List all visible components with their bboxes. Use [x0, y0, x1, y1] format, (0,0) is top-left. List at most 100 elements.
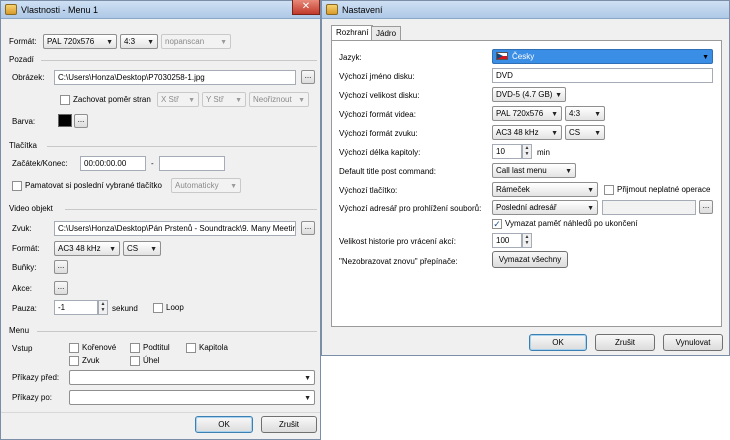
properties-titlebar[interactable]: Vlastnosti - Menu 1: [1, 1, 320, 19]
browse-audio-button[interactable]: ...: [301, 221, 315, 235]
color-swatch[interactable]: [58, 114, 72, 127]
akce-label: Akce:: [12, 284, 33, 293]
spin-down-icon[interactable]: ▼: [523, 240, 531, 246]
language-label: Jazyk:: [339, 53, 362, 62]
default-audio-lang-select[interactable]: CS ▼: [565, 125, 605, 140]
color-picker-button[interactable]: ...: [74, 114, 88, 128]
chevron-down-icon: ▼: [304, 375, 311, 382]
seconds-label: sekund: [112, 304, 138, 313]
default-video-select[interactable]: PAL 720x576 ▼: [492, 106, 562, 121]
close-icon[interactable]: ✕: [292, 0, 320, 15]
chevron-down-icon: ▼: [587, 187, 594, 194]
audio-lang-select[interactable]: CS ▼: [123, 241, 161, 256]
barva-label: Barva:: [12, 117, 36, 126]
chevron-down-icon: ▼: [235, 97, 242, 104]
angle-checkbox[interactable]: [130, 356, 140, 366]
disc-size-select[interactable]: DVD-5 (4.7 GB) ▼: [492, 87, 566, 102]
chapter-checkbox[interactable]: [186, 343, 196, 353]
subtitle-label: Podtitul: [143, 343, 170, 352]
spin-down-icon[interactable]: ▼: [523, 151, 531, 157]
root-label: Kořenové: [82, 343, 117, 352]
start-time-field[interactable]: 00:00:00.00: [80, 156, 146, 171]
chapter-length-spinner[interactable]: ▲ ▼: [522, 144, 532, 159]
browse-image-button[interactable]: ...: [301, 70, 315, 84]
dont-show-label: "Nezobrazovat znovu" přepínače:: [339, 257, 458, 266]
x-center-select: X Stř ▼: [157, 92, 199, 107]
aspect-select[interactable]: 4:3 ▼: [120, 34, 158, 49]
ok-button[interactable]: OK: [195, 416, 253, 433]
default-aspect-select[interactable]: 4:3 ▼: [565, 106, 605, 121]
vstup-label: Vstup: [12, 344, 33, 353]
app-icon: [5, 4, 17, 15]
chevron-down-icon: ▼: [106, 39, 113, 46]
default-title-select[interactable]: Call last menu ▼: [492, 163, 576, 178]
divider: [37, 331, 317, 332]
keep-aspect-checkbox[interactable]: [60, 95, 70, 105]
audio-checkbox[interactable]: [69, 356, 79, 366]
properties-title: Vlastnosti - Menu 1: [21, 5, 99, 15]
audio-path-field[interactable]: C:\Users\Honza\Desktop\Pán Prstenů - Sou…: [54, 221, 296, 236]
language-select[interactable]: Česky ▼: [492, 49, 713, 64]
disc-name-field[interactable]: DVD: [492, 68, 713, 83]
spin-down-icon[interactable]: ▼: [99, 307, 107, 313]
post-commands-label: Příkazy po:: [12, 393, 53, 402]
chapter-length-label: Výchozí délka kapitoly:: [339, 148, 421, 157]
reset-button[interactable]: Vynulovat: [663, 334, 723, 351]
section-pozadi: Pozadí: [9, 55, 34, 64]
chevron-down-icon: ▼: [702, 54, 709, 61]
default-button-select[interactable]: Rámeček ▼: [492, 182, 598, 197]
clear-cache-checkbox[interactable]: ✓: [492, 219, 502, 229]
actions-button[interactable]: ...: [54, 281, 68, 295]
pause-spinner[interactable]: ▲ ▼: [98, 300, 108, 315]
image-path-field[interactable]: C:\Users\Honza\Desktop\P7030258-1.jpg: [54, 70, 296, 85]
cancel-button[interactable]: Zrušit: [595, 334, 655, 351]
video-format-select[interactable]: PAL 720x576 ▼: [43, 34, 117, 49]
audio-checkbox-label: Zvuk: [82, 356, 100, 365]
chevron-down-icon: ▼: [565, 168, 572, 175]
keep-aspect-label: Zachovat poměr stran: [73, 95, 151, 104]
ok-button[interactable]: OK: [529, 334, 587, 351]
chapter-length-field[interactable]: 10: [492, 144, 522, 159]
clear-cache-label: Vymazat paměť náhledů po ukončení: [505, 219, 638, 228]
clear-all-button[interactable]: Vymazat všechny: [492, 251, 568, 268]
accept-invalid-checkbox[interactable]: [604, 185, 614, 195]
end-time-field[interactable]: [159, 156, 225, 171]
angle-label: Úhel: [143, 356, 160, 365]
remember-mode-select: Automaticky ▼: [171, 178, 241, 193]
loop-checkbox[interactable]: [153, 303, 163, 313]
divider: [47, 146, 317, 147]
subtitle-checkbox[interactable]: [130, 343, 140, 353]
zvuk-label: Zvuk:: [12, 224, 32, 233]
default-dir-field: [602, 200, 696, 215]
remember-button-checkbox[interactable]: [12, 181, 22, 191]
tab-rozhrani[interactable]: Rozhraní: [331, 25, 374, 40]
cancel-button[interactable]: Zrušit: [261, 416, 317, 433]
root-checkbox[interactable]: [69, 343, 79, 353]
panscan-select: nopanscan ▼: [161, 34, 231, 49]
default-dir-label: Výchozí adresář pro prohlížení souborů:: [339, 204, 482, 213]
audio-format-select[interactable]: AC3 48 kHz ▼: [54, 241, 120, 256]
history-size-spinner[interactable]: ▲ ▼: [522, 233, 532, 248]
default-dir-select[interactable]: Poslední adresář ▼: [492, 200, 598, 215]
settings-window: Nastavení Rozhraní Jádro Jazyk: Česky ▼ V…: [321, 0, 730, 356]
pause-field[interactable]: -1: [54, 300, 98, 315]
settings-title: Nastavení: [342, 5, 383, 15]
default-audio-select[interactable]: AC3 48 kHz ▼: [492, 125, 562, 140]
crop-select: Neořiznout ▼: [249, 92, 309, 107]
cells-button[interactable]: ...: [54, 260, 68, 274]
section-menu: Menu: [9, 326, 30, 335]
history-size-field[interactable]: 100: [492, 233, 522, 248]
start-end-label: Začátek/Konec:: [12, 159, 68, 168]
disc-size-label: Výchozí velikost disku:: [339, 91, 420, 100]
settings-titlebar[interactable]: Nastavení: [322, 1, 729, 19]
chevron-down-icon: ▼: [220, 39, 227, 46]
pre-commands-label: Příkazy před:: [12, 373, 60, 382]
browse-dir-button[interactable]: ...: [699, 200, 713, 214]
post-commands-combo[interactable]: ▼: [69, 390, 315, 405]
bunky-label: Buňky:: [12, 263, 37, 272]
audio-format-label: Výchozí formát zvuku:: [339, 129, 418, 138]
tab-jadro[interactable]: Jádro: [371, 26, 402, 40]
chevron-down-icon: ▼: [551, 111, 558, 118]
pre-commands-combo[interactable]: ▼: [69, 370, 315, 385]
disc-name-label: Výchozí jméno disku:: [339, 72, 415, 81]
